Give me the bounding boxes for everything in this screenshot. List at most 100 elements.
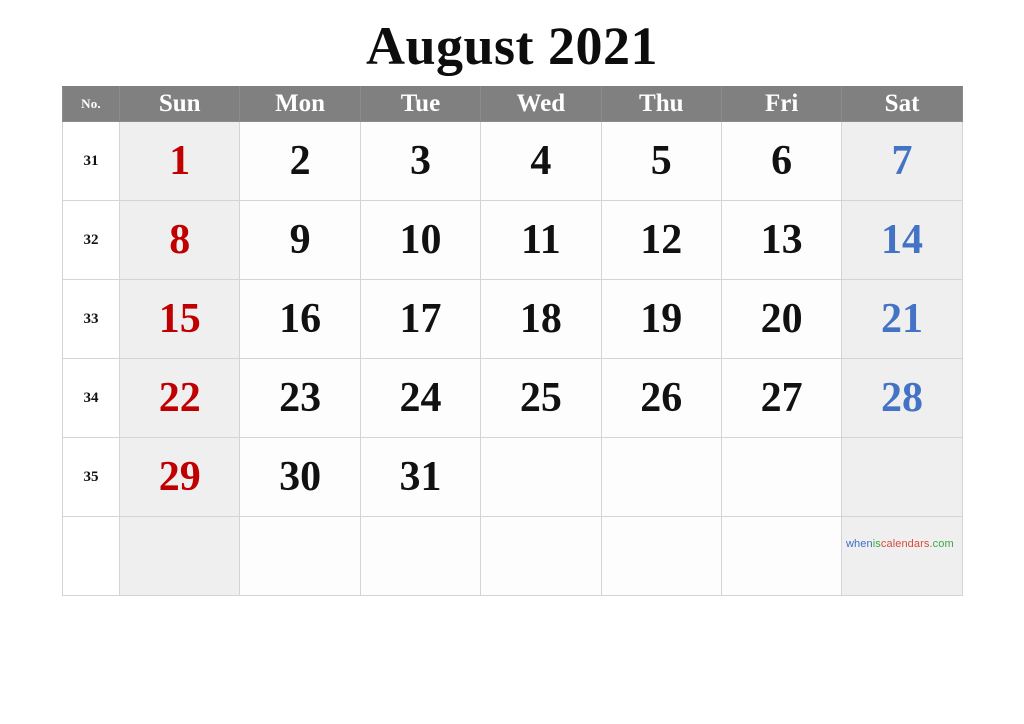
day-cell-tue[interactable] [359, 516, 482, 596]
day-cell-tue[interactable]: 31 [359, 437, 482, 517]
day-cell-mon[interactable]: 9 [239, 200, 361, 280]
day-cell-sat[interactable]: wheniscalendars.com [841, 516, 963, 596]
day-cell-sun[interactable]: 29 [118, 437, 241, 517]
calendar-page: August 2021 No. Sun Mon Tue Wed Thu Fri … [0, 0, 1024, 724]
day-number: 23 [279, 375, 322, 421]
day-number: 4 [530, 138, 552, 184]
day-cell-sun[interactable]: 8 [118, 200, 241, 280]
day-cell-wed[interactable]: 18 [480, 279, 602, 359]
header-day-sun: Sun [118, 86, 241, 122]
calendar-body: 31 1 2 3 4 5 6 7 32 8 9 10 11 12 13 14 3… [62, 121, 963, 596]
week-row: wheniscalendars.com [62, 516, 963, 596]
week-number: 34 [62, 358, 120, 438]
week-number: 33 [62, 279, 120, 359]
day-cell-sat[interactable]: 21 [841, 279, 963, 359]
day-cell-fri[interactable] [720, 437, 843, 517]
day-cell-wed[interactable] [480, 516, 602, 596]
day-number: 10 [399, 217, 442, 263]
day-number: 2 [289, 138, 311, 184]
day-cell-sat[interactable]: 14 [841, 200, 963, 280]
day-cell-mon[interactable]: 2 [239, 121, 361, 201]
day-number: 13 [760, 217, 803, 263]
week-number [62, 516, 120, 596]
day-number: 9 [289, 217, 311, 263]
calendar-table: No. Sun Mon Tue Wed Thu Fri Sat 31 1 2 3… [62, 86, 963, 596]
day-number: 15 [158, 296, 201, 342]
day-cell-sat[interactable]: 28 [841, 358, 963, 438]
day-cell-wed[interactable]: 11 [480, 200, 602, 280]
day-cell-fri[interactable]: 20 [720, 279, 843, 359]
day-number: 1 [169, 138, 191, 184]
day-number: 22 [158, 375, 201, 421]
day-number: 6 [771, 138, 793, 184]
day-cell-fri[interactable] [720, 516, 843, 596]
week-row: 35 29 30 31 [62, 437, 963, 517]
week-row: 31 1 2 3 4 5 6 7 [62, 121, 963, 201]
day-cell-tue[interactable]: 10 [359, 200, 482, 280]
day-cell-tue[interactable]: 17 [359, 279, 482, 359]
day-cell-sun[interactable]: 15 [118, 279, 241, 359]
day-number: 26 [640, 375, 683, 421]
week-row: 34 22 23 24 25 26 27 28 [62, 358, 963, 438]
day-number: 31 [399, 454, 442, 500]
day-cell-sun[interactable]: 1 [118, 121, 241, 201]
day-cell-wed[interactable]: 4 [480, 121, 602, 201]
calendar-header-row: No. Sun Mon Tue Wed Thu Fri Sat [62, 86, 963, 122]
day-number: 29 [158, 454, 201, 500]
day-cell-tue[interactable]: 24 [359, 358, 482, 438]
week-number: 31 [62, 121, 120, 201]
day-number: 24 [399, 375, 442, 421]
header-day-thu: Thu [600, 86, 722, 122]
watermark-part-4: .com [929, 538, 954, 550]
day-number: 28 [881, 375, 924, 421]
day-cell-mon[interactable] [239, 516, 361, 596]
day-cell-sun[interactable] [118, 516, 241, 596]
day-cell-thu[interactable]: 26 [600, 358, 722, 438]
day-number: 21 [881, 296, 924, 342]
day-number: 7 [891, 138, 913, 184]
day-number: 12 [640, 217, 683, 263]
day-number: 27 [760, 375, 803, 421]
day-number: 25 [519, 375, 562, 421]
day-number: 20 [760, 296, 803, 342]
day-cell-wed[interactable] [480, 437, 602, 517]
day-cell-fri[interactable]: 27 [720, 358, 843, 438]
header-day-wed: Wed [480, 86, 602, 122]
watermark-part-3: calendars [880, 538, 930, 550]
day-cell-fri[interactable]: 13 [720, 200, 843, 280]
day-cell-sun[interactable]: 22 [118, 358, 241, 438]
day-number: 16 [279, 296, 322, 342]
day-cell-thu[interactable]: 5 [600, 121, 722, 201]
header-day-sat: Sat [841, 86, 963, 122]
day-number: 11 [521, 217, 561, 263]
day-cell-fri[interactable]: 6 [720, 121, 843, 201]
day-cell-thu[interactable] [600, 516, 722, 596]
header-day-fri: Fri [720, 86, 843, 122]
day-number: 17 [399, 296, 442, 342]
day-number: 5 [650, 138, 672, 184]
day-cell-thu[interactable]: 19 [600, 279, 722, 359]
day-cell-tue[interactable]: 3 [359, 121, 482, 201]
day-cell-sat[interactable]: 7 [841, 121, 963, 201]
day-cell-mon[interactable]: 23 [239, 358, 361, 438]
day-cell-thu[interactable] [600, 437, 722, 517]
week-row: 32 8 9 10 11 12 13 14 [62, 200, 963, 280]
day-cell-mon[interactable]: 16 [239, 279, 361, 359]
day-number: 19 [640, 296, 683, 342]
watermark-part-2: is [872, 538, 881, 550]
day-number: 8 [169, 217, 191, 263]
day-cell-wed[interactable]: 25 [480, 358, 602, 438]
header-day-tue: Tue [359, 86, 482, 122]
day-cell-thu[interactable]: 12 [600, 200, 722, 280]
header-day-mon: Mon [239, 86, 361, 122]
week-number: 35 [62, 437, 120, 517]
day-cell-sat[interactable] [841, 437, 963, 517]
day-cell-mon[interactable]: 30 [239, 437, 361, 517]
day-number: 14 [881, 217, 924, 263]
header-week-no: No. [62, 86, 120, 122]
page-title: August 2021 [365, 16, 659, 76]
watermark-link[interactable]: wheniscalendars.com [846, 538, 954, 550]
week-row: 33 15 16 17 18 19 20 21 [62, 279, 963, 359]
watermark-part-1: when [846, 538, 873, 550]
day-number: 3 [409, 138, 431, 184]
